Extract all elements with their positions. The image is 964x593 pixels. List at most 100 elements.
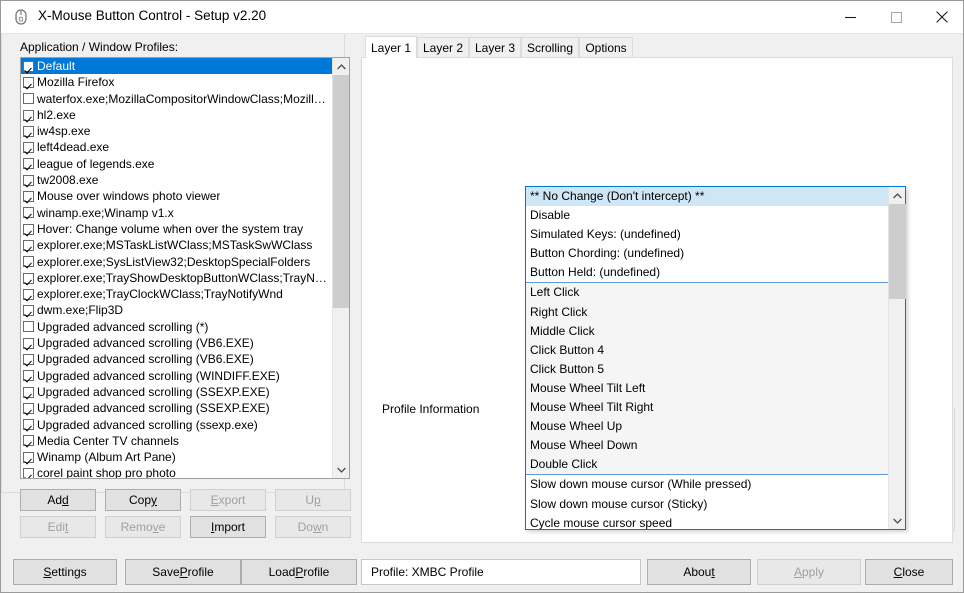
- save-profile-button[interactable]: Save Profile: [125, 559, 241, 585]
- list-item[interactable]: explorer.exe;SysListView32;DesktopSpecia…: [21, 254, 332, 270]
- list-item[interactable]: Upgraded advanced scrolling (SSEXP.EXE): [21, 400, 332, 416]
- tab-layer-1[interactable]: Layer 1: [365, 36, 417, 58]
- dropdown-item[interactable]: Middle Click: [526, 322, 889, 341]
- profile-checkbox[interactable]: [23, 419, 34, 430]
- maximize-button[interactable]: [873, 1, 919, 33]
- list-item[interactable]: league of legends.exe: [21, 156, 332, 172]
- load-profile-button[interactable]: Load Profile: [241, 559, 357, 585]
- add-button[interactable]: Add: [20, 489, 96, 511]
- dropdown-item[interactable]: Button Held: (undefined): [526, 263, 889, 282]
- list-item[interactable]: winamp.exe;Winamp v1.x: [21, 205, 332, 221]
- dropdown-item[interactable]: ** No Change (Don't intercept) **: [526, 187, 889, 206]
- list-item[interactable]: Default: [21, 58, 332, 74]
- list-item[interactable]: Upgraded advanced scrolling (ssexp.exe): [21, 417, 332, 433]
- chevron-down-icon[interactable]: [889, 512, 906, 529]
- list-item[interactable]: explorer.exe;TrayShowDesktopButtonWClass…: [21, 270, 332, 286]
- list-item[interactable]: Hover: Change volume when over the syste…: [21, 221, 332, 237]
- tab-label: Scrolling: [527, 41, 573, 55]
- about-button[interactable]: About: [647, 559, 751, 585]
- profile-checkbox[interactable]: [23, 435, 34, 446]
- tab-layer-2[interactable]: Layer 2: [417, 37, 469, 58]
- dropdown-item[interactable]: Double Click: [526, 455, 889, 474]
- dropdown-item[interactable]: Slow down mouse cursor (While pressed): [526, 474, 889, 494]
- list-item[interactable]: Media Center TV channels: [21, 433, 332, 449]
- profiles-list[interactable]: DefaultMozilla Firefoxwaterfox.exe;Mozil…: [21, 58, 332, 478]
- list-item[interactable]: hl2.exe: [21, 107, 332, 123]
- profile-checkbox[interactable]: [23, 110, 34, 121]
- dropdown-scrollbar[interactable]: [888, 187, 905, 529]
- list-item[interactable]: explorer.exe;TrayClockWClass;TrayNotifyW…: [21, 286, 332, 302]
- dropdown-item[interactable]: Simulated Keys: (undefined): [526, 225, 889, 244]
- dropdown-item[interactable]: Mouse Wheel Up: [526, 417, 889, 436]
- profile-checkbox[interactable]: [23, 207, 34, 218]
- dropdown-item[interactable]: Click Button 5: [526, 360, 889, 379]
- scrollbar-thumb[interactable]: [333, 75, 350, 308]
- profile-checkbox[interactable]: [23, 289, 34, 300]
- profile-checkbox[interactable]: [23, 305, 34, 316]
- tab-scrolling[interactable]: Scrolling: [521, 37, 579, 58]
- list-item[interactable]: waterfox.exe;MozillaCompositorWindowClas…: [21, 91, 332, 107]
- profile-checkbox[interactable]: [23, 370, 34, 381]
- profile-checkbox[interactable]: [23, 142, 34, 153]
- dropdown-item[interactable]: Button Chording: (undefined): [526, 244, 889, 263]
- profile-checkbox[interactable]: [23, 158, 34, 169]
- profile-checkbox[interactable]: [23, 338, 34, 349]
- tab-layer-3[interactable]: Layer 3: [469, 37, 521, 58]
- list-item[interactable]: Upgraded advanced scrolling (VB6.EXE): [21, 335, 332, 351]
- list-item[interactable]: left4dead.exe: [21, 139, 332, 155]
- profile-checkbox[interactable]: [23, 240, 34, 251]
- settings-button[interactable]: Settings: [13, 559, 117, 585]
- profile-checkbox[interactable]: [23, 273, 34, 284]
- list-item[interactable]: tw2008.exe: [21, 172, 332, 188]
- dropdown-item[interactable]: Cycle mouse cursor speed: [526, 514, 889, 529]
- dropdown-item[interactable]: Mouse Wheel Tilt Right: [526, 398, 889, 417]
- close-dialog-button[interactable]: Close: [865, 559, 953, 585]
- action-dropdown-popup[interactable]: ** No Change (Don't intercept) **Disable…: [525, 186, 906, 530]
- import-button[interactable]: Import: [190, 516, 266, 538]
- list-item[interactable]: corel paint shop pro photo: [21, 465, 332, 478]
- tab-options[interactable]: Options: [579, 37, 633, 58]
- profile-checkbox[interactable]: [23, 256, 34, 267]
- profile-checkbox[interactable]: [23, 452, 34, 463]
- profile-checkbox[interactable]: [23, 175, 34, 186]
- list-item[interactable]: dwm.exe;Flip3D: [21, 302, 332, 318]
- dropdown-item[interactable]: Right Click: [526, 303, 889, 322]
- profile-checkbox[interactable]: [23, 354, 34, 365]
- minimize-button[interactable]: [827, 1, 873, 33]
- profile-checkbox[interactable]: [23, 191, 34, 202]
- copy-button[interactable]: Copy: [105, 489, 181, 511]
- list-item[interactable]: Upgraded advanced scrolling (SSEXP.EXE): [21, 384, 332, 400]
- profile-checkbox[interactable]: [23, 126, 34, 137]
- list-item[interactable]: explorer.exe;MSTaskListWClass;MSTaskSwWC…: [21, 237, 332, 253]
- list-item[interactable]: Upgraded advanced scrolling (VB6.EXE): [21, 351, 332, 367]
- profile-checkbox[interactable]: [23, 468, 34, 478]
- dropdown-item[interactable]: Left Click: [526, 282, 889, 302]
- chevron-down-icon[interactable]: [333, 461, 350, 478]
- dropdown-item[interactable]: Click Button 4: [526, 341, 889, 360]
- list-item[interactable]: Mouse over windows photo viewer: [21, 188, 332, 204]
- list-item[interactable]: iw4sp.exe: [21, 123, 332, 139]
- close-button[interactable]: [919, 1, 964, 33]
- scrollbar-thumb[interactable]: [889, 204, 906, 299]
- profile-checkbox[interactable]: [23, 77, 34, 88]
- dropdown-list[interactable]: ** No Change (Don't intercept) **Disable…: [526, 187, 889, 529]
- profile-checkbox[interactable]: [23, 321, 34, 332]
- chevron-up-icon[interactable]: [889, 187, 906, 204]
- list-item[interactable]: Winamp (Album Art Pane): [21, 449, 332, 465]
- chevron-up-icon[interactable]: [333, 58, 350, 75]
- profile-checkbox[interactable]: [23, 93, 34, 104]
- dropdown-item[interactable]: Mouse Wheel Tilt Left: [526, 379, 889, 398]
- profile-checkbox[interactable]: [23, 403, 34, 414]
- list-item[interactable]: Upgraded advanced scrolling (WINDIFF.EXE…: [21, 368, 332, 384]
- list-item[interactable]: Upgraded advanced scrolling (*): [21, 319, 332, 335]
- profile-checkbox[interactable]: [23, 387, 34, 398]
- dropdown-item[interactable]: Slow down mouse cursor (Sticky): [526, 495, 889, 514]
- profiles-scrollbar[interactable]: [332, 58, 349, 478]
- dropdown-item[interactable]: Disable: [526, 206, 889, 225]
- profile-checkbox[interactable]: [23, 224, 34, 235]
- profiles-listbox[interactable]: DefaultMozilla Firefoxwaterfox.exe;Mozil…: [20, 57, 350, 479]
- profile-checkbox[interactable]: [23, 61, 34, 72]
- profile-information-label: Profile Information: [379, 402, 482, 416]
- dropdown-item[interactable]: Mouse Wheel Down: [526, 436, 889, 455]
- list-item[interactable]: Mozilla Firefox: [21, 74, 332, 90]
